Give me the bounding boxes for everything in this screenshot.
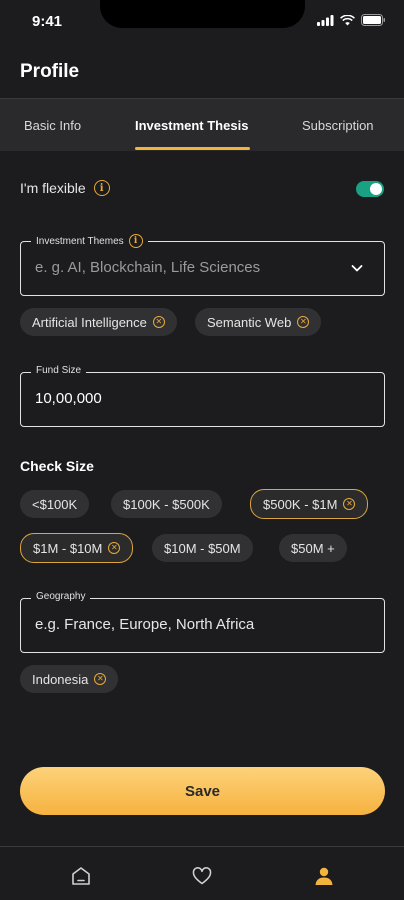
tab-basic-info[interactable]: Basic Info (24, 118, 81, 133)
info-icon[interactable]: i (93, 180, 110, 196)
battery-icon (361, 14, 385, 26)
remove-chip-icon[interactable]: ✕ (152, 316, 165, 328)
signal-icon (317, 14, 334, 26)
check-size-title: Check Size (20, 458, 94, 474)
geography-chip-label: Indonesia (32, 671, 89, 687)
check-size-option[interactable]: $50M + (279, 534, 347, 562)
save-button[interactable]: Save (20, 767, 385, 815)
status-icons (317, 14, 386, 26)
check-size-option[interactable]: $100K - $500K (111, 490, 222, 518)
fund-size-input[interactable]: 10,00,000 (35, 390, 102, 407)
geography-field[interactable]: Geography e.g. France, Europe, North Afr… (20, 591, 385, 653)
geography-legend: Geography (31, 591, 91, 602)
info-icon[interactable]: i (128, 234, 143, 248)
flexible-toggle[interactable] (356, 181, 384, 197)
check-size-label: $50M + (291, 540, 335, 556)
profile-icon (315, 867, 333, 885)
check-size-option[interactable]: $10M - $50M (152, 534, 253, 562)
theme-chip[interactable]: Artificial Intelligence ✕ (20, 308, 177, 336)
check-size-label: $1M - $10M (33, 540, 103, 556)
investment-thesis-form: I'm flexible i Investment Themes i e. g.… (0, 151, 404, 846)
remove-chip-icon[interactable]: ✕ (108, 542, 121, 554)
status-bar: 9:41 (0, 0, 404, 44)
check-size-label: $500K - $1M (263, 496, 338, 512)
check-size-label: $100K - $500K (123, 496, 210, 512)
toggle-knob (370, 183, 382, 195)
check-size-option-selected[interactable]: $500K - $1M ✕ (250, 489, 369, 519)
tab-investment-thesis[interactable]: Investment Thesis (135, 118, 248, 133)
investment-themes-legend: Investment Themes i (31, 234, 148, 248)
bottom-nav (0, 846, 404, 900)
investment-themes-field[interactable]: Investment Themes i e. g. AI, Blockchain… (20, 234, 385, 296)
home-icon (72, 867, 90, 885)
investment-themes-label: Investment Themes (36, 235, 124, 247)
active-tab-indicator (135, 147, 250, 150)
nav-home[interactable] (69, 864, 93, 888)
check-size-label: <$100K (32, 496, 78, 512)
check-size-option-selected[interactable]: $1M - $10M ✕ (20, 533, 134, 563)
geography-input[interactable]: e.g. France, Europe, North Africa (35, 616, 254, 633)
remove-chip-icon[interactable]: ✕ (94, 673, 107, 685)
header: Profile (0, 44, 404, 98)
check-size-option[interactable]: <$100K (20, 490, 90, 518)
geography-chip[interactable]: Indonesia ✕ (20, 665, 119, 693)
theme-chip[interactable]: Semantic Web ✕ (195, 308, 322, 336)
tab-subscription[interactable]: Subscription (302, 118, 374, 133)
wifi-icon (340, 14, 355, 25)
flexible-label: I'm flexible (20, 180, 86, 196)
remove-chip-icon[interactable]: ✕ (297, 316, 310, 328)
nav-favorites[interactable] (190, 864, 214, 888)
tab-bar: Basic Info Investment Thesis Subscriptio… (0, 98, 404, 151)
remove-chip-icon[interactable]: ✕ (343, 498, 356, 510)
fund-size-field[interactable]: Fund Size 10,00,000 (20, 365, 385, 427)
flexible-row: I'm flexible i (20, 180, 110, 196)
fund-size-label: Fund Size (36, 365, 82, 376)
check-size-label: $10M - $50M (164, 540, 241, 556)
device-notch (100, 0, 305, 28)
heart-icon (192, 867, 212, 885)
nav-profile[interactable] (312, 864, 336, 888)
theme-chip-label: Artificial Intelligence (32, 314, 147, 330)
fund-size-legend: Fund Size (31, 365, 87, 376)
page-title: Profile (20, 61, 80, 82)
theme-chip-label: Semantic Web (207, 314, 292, 330)
geography-label: Geography (36, 591, 86, 602)
investment-themes-input[interactable]: e. g. AI, Blockchain, Life Sciences (35, 259, 260, 276)
chevron-down-icon[interactable] (350, 261, 364, 275)
status-time: 9:41 (32, 13, 63, 30)
